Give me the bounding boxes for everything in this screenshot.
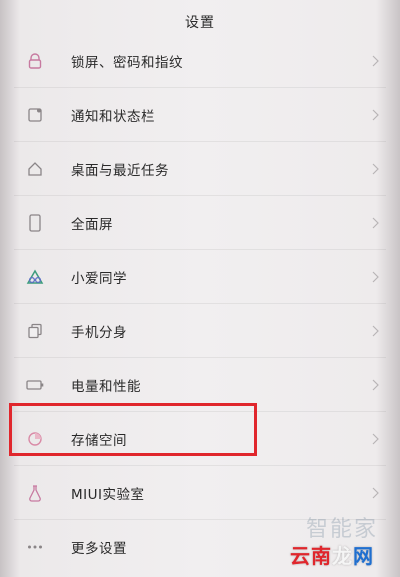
chevron-right-icon (372, 325, 379, 337)
home-icon (26, 160, 44, 178)
lab-icon (26, 484, 44, 502)
settings-item-full-screen[interactable]: 全面屏 (0, 196, 400, 250)
settings-item-label: 手机分身 (71, 325, 127, 341)
settings-item-xiaoai[interactable]: 小爱同学 (0, 250, 400, 304)
chevron-right-icon (372, 109, 379, 121)
xiaoai-icon (26, 268, 44, 286)
settings-item-home-recents[interactable]: 桌面与最近任务 (0, 142, 400, 196)
chevron-right-icon (372, 163, 379, 175)
watermark-top-text: 智能家 (305, 517, 378, 542)
more-icon (26, 538, 44, 556)
settings-item-label: 全面屏 (71, 217, 113, 233)
settings-item-label: 锁屏、密码和指纹 (71, 55, 183, 71)
settings-list: 锁屏、密码和指纹 通知和状态栏 桌面与最近任务 全面屏 小爱同学 手机分身 电量… (0, 34, 400, 574)
settings-item-lock-password-fingerprint[interactable]: 锁屏、密码和指纹 (0, 34, 400, 88)
watermark-logo-text: 云南龙网 (290, 544, 374, 568)
settings-item-storage[interactable]: 存储空间 (0, 412, 400, 466)
settings-item-label: 小爱同学 (71, 271, 127, 287)
chevron-right-icon (372, 379, 379, 391)
settings-item-second-space[interactable]: 手机分身 (0, 304, 400, 358)
chevron-right-icon (372, 433, 379, 445)
chevron-right-icon (372, 55, 379, 67)
settings-item-label: 桌面与最近任务 (71, 163, 169, 179)
lock-icon (26, 52, 44, 70)
settings-item-label: 通知和状态栏 (71, 109, 155, 125)
phone-icon (26, 214, 44, 232)
settings-item-label: 电量和性能 (71, 379, 141, 395)
battery-icon (26, 376, 44, 394)
settings-item-label: MIUI实验室 (71, 487, 145, 503)
settings-item-battery-performance[interactable]: 电量和性能 (0, 358, 400, 412)
second-space-icon (26, 322, 44, 340)
settings-item-label: 更多设置 (71, 541, 127, 557)
settings-item-label: 存储空间 (71, 433, 127, 449)
chevron-right-icon (372, 487, 379, 499)
settings-item-notifications[interactable]: 通知和状态栏 (0, 88, 400, 142)
storage-icon (26, 430, 44, 448)
page-title: 设置 (185, 15, 215, 31)
chevron-right-icon (372, 217, 379, 229)
chevron-right-icon (372, 271, 379, 283)
watermark: 智能家 云南龙网 (278, 511, 388, 569)
notification-icon (26, 106, 44, 124)
